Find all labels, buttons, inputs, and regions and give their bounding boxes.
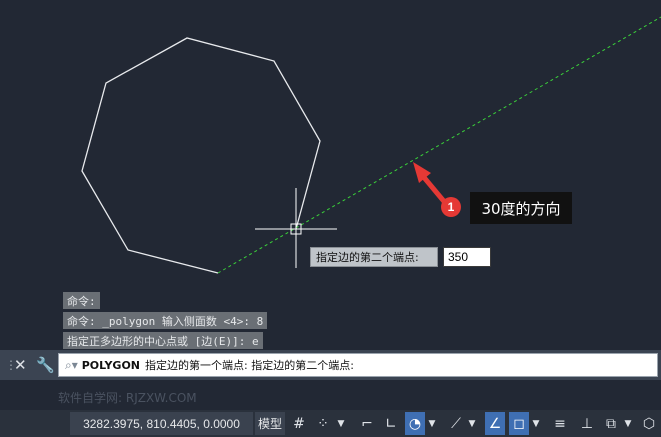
chevron-down-icon[interactable]: ▼: [623, 412, 633, 435]
command-prompt-icon[interactable]: ⌕▾: [65, 358, 78, 373]
command-history-line: 命令: _polygon 输入侧面数 <4>: 8: [63, 312, 268, 329]
annotation-arrow: [413, 162, 449, 207]
snap-icon[interactable]: ⁘: [313, 412, 333, 435]
dynamic-input-field[interactable]: 350: [443, 247, 491, 267]
coordinate-readout[interactable]: 3282.3975, 810.4405, 0.0000: [70, 412, 253, 435]
command-input[interactable]: ⌕▾ POLYGON 指定边的第一个端点: 指定边的第二个端点:: [58, 353, 658, 377]
octagon-edges: [81, 37, 321, 274]
polar-tracking-line: [217, 16, 661, 274]
chevron-down-icon[interactable]: ▼: [467, 412, 477, 435]
command-prompt-text: 指定边的第一个端点: 指定边的第二个端点:: [145, 359, 354, 372]
3d-gizmo-icon[interactable]: ⬡: [639, 412, 659, 435]
object-snap-icon[interactable]: ◻: [509, 412, 529, 435]
watermark: 软件自学网: RJZXW.COM: [58, 391, 197, 405]
annotation-label: 30度的方向: [470, 192, 572, 224]
isodraft-icon[interactable]: ⟋: [446, 412, 466, 435]
object-snap-tracking-icon[interactable]: ∠: [485, 412, 505, 435]
wrench-icon[interactable]: 🔧: [36, 356, 55, 374]
chevron-down-icon[interactable]: ▼: [427, 412, 437, 435]
polar-tracking-icon[interactable]: ◔: [405, 412, 425, 435]
model-space-button[interactable]: 模型: [255, 412, 285, 435]
grid-icon[interactable]: #: [289, 412, 309, 435]
selection-cycling-icon[interactable]: ⧉: [601, 412, 621, 435]
infer-constraints-icon[interactable]: ⌐: [357, 412, 377, 435]
close-icon[interactable]: ✕: [14, 356, 27, 374]
dynamic-input-prompt: 指定边的第二个端点:: [310, 247, 438, 267]
chevron-down-icon[interactable]: ▼: [531, 412, 541, 435]
command-line-bar: ⋮ ✕ 🔧 ⌕▾ POLYGON 指定边的第一个端点: 指定边的第二个端点:: [0, 350, 661, 380]
lineweight-icon[interactable]: ≡: [550, 412, 570, 435]
ortho-icon[interactable]: ∟: [381, 412, 401, 435]
dynamic-ucs-icon[interactable]: ⊥: [577, 412, 597, 435]
command-history-line: 命令:: [63, 292, 100, 309]
command-history-line: 指定正多边形的中心点或 [边(E)]: e: [63, 332, 263, 349]
chevron-down-icon[interactable]: ▼: [336, 412, 346, 435]
command-keyword: POLYGON: [81, 358, 141, 372]
annotation-badge: 1: [441, 197, 461, 217]
